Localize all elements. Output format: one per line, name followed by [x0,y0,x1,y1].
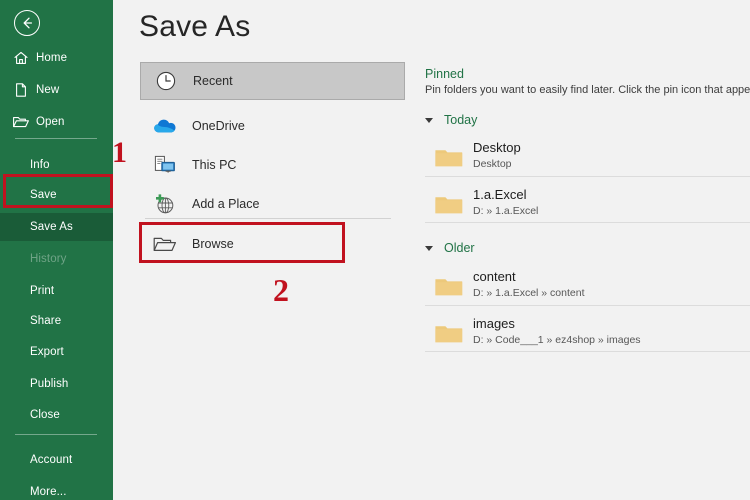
sidebar-item-history[interactable]: History [0,245,113,273]
sidebar-divider-bottom [15,434,97,435]
folder-row[interactable]: Desktop Desktop [425,134,750,181]
group-header-label: Older [444,241,475,255]
folder-divider [425,305,750,306]
folder-name: content [473,269,516,284]
place-item-this-pc[interactable]: This PC [140,146,405,184]
sidebar-item-new[interactable]: New [0,76,113,104]
folder-row[interactable]: 1.a.Excel D: » 1.a.Excel [425,181,750,228]
chevron-down-icon [425,245,433,251]
places-divider [145,218,391,219]
page-title: Save As [139,10,251,43]
home-icon [6,50,36,66]
sidebar-item-label: More... [30,486,67,498]
annotation-marker-1: 1 [112,136,127,169]
sidebar-item-label: New [36,84,60,96]
browse-highlight-box [139,222,345,263]
place-item-label: OneDrive [192,119,245,133]
sidebar-item-label: Export [30,346,64,358]
folder-icon [434,321,464,350]
folder-divider [425,176,750,177]
open-folder-icon [6,114,36,130]
group-header-older[interactable]: Older [425,241,475,255]
place-item-label: Recent [193,74,233,88]
folder-name: Desktop [473,140,521,155]
folder-row[interactable]: images D: » Code___1 » ez4shop » images [425,310,750,357]
folder-name: images [473,316,515,331]
sidebar-item-close[interactable]: Close [0,401,113,429]
folder-path: D: » 1.a.Excel » content [473,287,585,299]
sidebar-item-export[interactable]: Export [0,338,113,366]
recent-folders-panel: Pinned Pin folders you want to easily fi… [415,0,750,500]
folder-path: D: » 1.a.Excel [473,205,539,217]
place-item-onedrive[interactable]: OneDrive [140,107,405,145]
folder-path: Desktop [473,158,512,170]
back-arrow-icon[interactable] [14,10,40,36]
sidebar-item-label: Home [36,52,68,64]
sidebar-item-label: Save As [30,221,73,233]
add-a-place-icon [148,189,182,219]
sidebar-item-publish[interactable]: Publish [0,370,113,398]
new-file-icon [6,82,36,98]
annotation-marker-2: 2 [273,272,289,308]
pinned-heading: Pinned [425,67,464,81]
sidebar-item-label: Info [30,159,50,171]
sidebar-item-account[interactable]: Account [0,446,113,474]
onedrive-cloud-icon [148,111,182,141]
save-highlight-box [3,174,113,208]
place-item-label: Add a Place [192,197,260,211]
folder-name: 1.a.Excel [473,187,527,202]
backstage-sidebar: Home New Open Info Save Save As History … [0,0,113,500]
folder-divider [425,222,750,223]
place-item-label: This PC [192,158,237,172]
sidebar-item-label: Account [30,454,73,466]
this-pc-icon [148,150,182,180]
sidebar-item-share[interactable]: Share [0,307,113,335]
sidebar-item-label: Close [30,409,60,421]
place-item-recent[interactable]: Recent [140,62,405,100]
sidebar-item-label: Print [30,285,55,297]
folder-row[interactable]: content D: » 1.a.Excel » content [425,263,750,310]
sidebar-divider-top [15,138,97,139]
folder-icon [434,145,464,174]
clock-icon [149,66,183,96]
sidebar-item-label: Open [36,116,65,128]
group-header-label: Today [444,113,478,127]
folder-icon [434,274,464,303]
sidebar-item-label: Publish [30,378,69,390]
folder-path: D: » Code___1 » ez4shop » images [473,334,641,346]
pinned-description: Pin folders you want to easily find late… [425,84,750,96]
sidebar-item-more[interactable]: More... [0,478,113,500]
chevron-down-icon [425,117,433,123]
sidebar-item-label: Share [30,315,62,327]
folder-divider [425,351,750,352]
folder-icon [434,192,464,221]
sidebar-item-print[interactable]: Print [0,277,113,305]
sidebar-item-save-as[interactable]: Save As [0,213,113,241]
save-as-backstage-screen: Home New Open Info Save Save As History … [0,0,750,500]
sidebar-item-home[interactable]: Home [0,44,113,72]
group-header-today[interactable]: Today [425,113,477,127]
sidebar-item-label: History [30,253,67,265]
sidebar-item-open[interactable]: Open [0,108,113,136]
